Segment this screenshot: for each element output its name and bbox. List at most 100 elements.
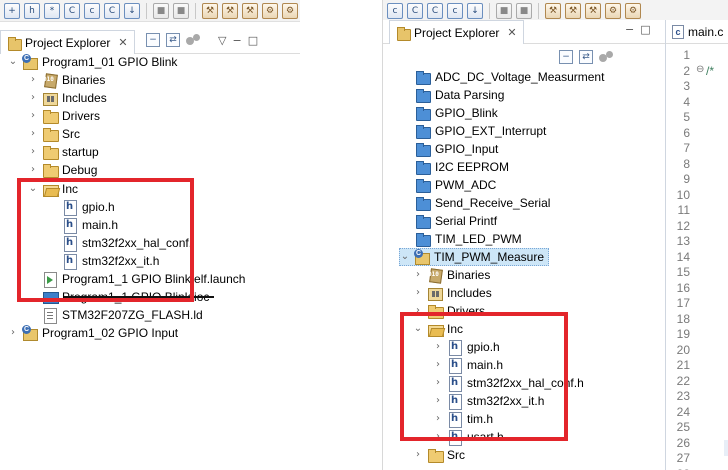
settings-icon[interactable]: ⚙ <box>625 2 641 19</box>
chevron-right-icon[interactable]: › <box>413 288 423 298</box>
chevron-down-icon[interactable]: ⌄ <box>400 252 410 262</box>
tree-item[interactable]: ⌄ Program1_01 GPIO Blink <box>8 53 177 71</box>
save-icon[interactable]: ■ <box>496 2 512 19</box>
new-file-icon[interactable]: + <box>4 2 20 19</box>
maximize-icon[interactable]: □ <box>248 34 258 47</box>
tree-item[interactable]: Data Parsing <box>401 86 504 104</box>
tree-item[interactable]: › Binaries <box>28 71 105 89</box>
project-explorer-tab[interactable]: Project Explorer ✕ <box>0 30 135 54</box>
tree-item[interactable]: GPIO_Blink <box>401 104 498 122</box>
save-all-icon[interactable]: ■ <box>516 2 532 19</box>
project-explorer-tab[interactable]: Project Explorer ✕ <box>389 20 524 44</box>
maximize-icon[interactable]: □ <box>640 23 650 36</box>
build-hammer-icon[interactable]: ⚒ <box>202 2 218 19</box>
chevron-right-icon[interactable]: › <box>413 450 423 460</box>
build-all-icon[interactable]: ⚒ <box>565 2 581 19</box>
folder-icon <box>42 163 59 178</box>
gears-icon[interactable] <box>186 34 202 46</box>
tree-item[interactable]: › Includes <box>28 89 107 107</box>
highlight-box-right <box>400 312 568 441</box>
tree-item[interactable]: › Drivers <box>28 107 100 125</box>
tree-item[interactable]: TIM_LED_PWM <box>401 230 522 248</box>
tree-item[interactable]: Send_Receive_Serial <box>401 194 550 212</box>
tree-item[interactable]: ⌄ TIM_PWM_Measure <box>399 248 550 266</box>
tree-item[interactable]: GPIO_Input <box>401 140 498 158</box>
link-with-editor-icon[interactable]: ⇄ <box>579 50 593 64</box>
chevron-right-icon[interactable]: › <box>28 93 38 103</box>
new-cpp-project-icon[interactable]: c <box>447 2 463 19</box>
current-line-marker <box>724 440 728 456</box>
tools-icon[interactable]: ⚙ <box>262 2 278 19</box>
tree-item[interactable]: STM32F207ZG_FLASH.ld <box>28 306 203 324</box>
tree-item[interactable]: › Src <box>28 125 80 143</box>
tree-item[interactable]: GPIO_EXT_Interrupt <box>401 122 546 140</box>
link-with-editor-icon[interactable]: ⇄ <box>166 33 180 47</box>
close-icon[interactable]: ✕ <box>507 26 516 39</box>
tree-item[interactable]: › Debug <box>28 161 97 179</box>
build-all-icon[interactable]: ⚒ <box>222 2 238 19</box>
chevron-right-icon[interactable]: › <box>28 147 38 157</box>
clean-icon[interactable]: ⚒ <box>585 2 601 19</box>
new-class-icon[interactable]: C <box>407 2 423 19</box>
collapse-all-icon[interactable]: − <box>146 33 160 47</box>
chevron-right-icon[interactable]: › <box>28 165 38 175</box>
project-explorer-tab-row: Project Explorer ✕ − ⇄ ▽ − □ <box>0 30 300 54</box>
closed-project-icon <box>415 178 431 193</box>
new-source-icon[interactable]: c <box>387 2 403 19</box>
tree-item[interactable]: › Src <box>413 446 465 464</box>
tree-item[interactable]: Serial Printf <box>401 212 497 230</box>
toolbar-separator <box>489 2 490 19</box>
tree-item[interactable]: PWM_ADC <box>401 176 496 194</box>
line-number: 24 <box>676 404 690 419</box>
save-all-icon[interactable]: ■ <box>173 2 189 19</box>
line-number: 17 <box>676 296 690 310</box>
new-cpp-icon[interactable]: c <box>84 2 100 19</box>
view-menu-icon[interactable]: ▽ <box>218 34 226 47</box>
fold-icon[interactable]: ⊖ <box>696 64 704 75</box>
download-icon[interactable]: ↓ <box>467 2 483 19</box>
new-class-icon[interactable]: C <box>64 2 80 19</box>
build-hammer-icon[interactable]: ⚒ <box>545 2 561 19</box>
chevron-right-icon[interactable]: › <box>28 111 38 121</box>
close-icon[interactable]: ✕ <box>118 36 127 49</box>
folder-icon <box>42 145 59 160</box>
gears-icon[interactable] <box>599 51 615 63</box>
main-toolbar: c C C c ↓ ■ ■ ⚒ ⚒ ⚒ ⚙ ⚙ <box>383 0 728 22</box>
chevron-right-icon[interactable]: › <box>413 270 423 280</box>
minimize-icon[interactable]: − <box>625 23 634 36</box>
view-tools: − ⇄ <box>559 50 615 64</box>
tree-item[interactable]: ADC_DC_Voltage_Measurment <box>401 68 604 86</box>
tree-item[interactable]: I2C EEPROM <box>401 158 509 176</box>
tools-icon[interactable]: ⚙ <box>605 2 621 19</box>
tree-item-label: Data Parsing <box>435 88 505 102</box>
new-cpp-icon[interactable]: C <box>427 2 443 19</box>
closed-project-icon <box>415 214 431 229</box>
tree-item[interactable]: › Includes <box>413 284 492 302</box>
save-icon[interactable]: ■ <box>153 2 169 19</box>
new-source-icon[interactable]: * <box>44 2 60 19</box>
line-number: 26 <box>676 435 690 450</box>
tree-item[interactable]: › startup <box>28 143 99 161</box>
folder-icon <box>42 109 59 124</box>
chevron-right-icon[interactable]: › <box>28 129 38 139</box>
download-icon[interactable]: ↓ <box>124 2 140 19</box>
project-icon <box>22 54 38 70</box>
tree-item[interactable]: › Program1_02 GPIO Input <box>8 324 178 342</box>
chevron-down-icon[interactable]: ⌄ <box>8 57 18 67</box>
tree-item[interactable]: › Binaries <box>413 266 490 284</box>
minimize-icon[interactable]: − <box>232 34 241 47</box>
clean-icon[interactable]: ⚒ <box>242 2 258 19</box>
new-cpp-project-icon[interactable]: C <box>104 2 120 19</box>
chevron-right-icon[interactable]: › <box>28 75 38 85</box>
editor-tab-label: main.c <box>688 24 724 39</box>
editor-tab[interactable]: c main.c <box>666 20 728 44</box>
collapse-all-icon[interactable]: − <box>559 50 573 64</box>
chevron-right-icon[interactable]: › <box>8 328 18 338</box>
tree-item-label: Includes <box>447 286 492 300</box>
settings-icon[interactable]: ⚙ <box>282 2 298 19</box>
new-header-icon[interactable]: h <box>24 2 40 19</box>
line-number: 6 <box>683 125 690 140</box>
